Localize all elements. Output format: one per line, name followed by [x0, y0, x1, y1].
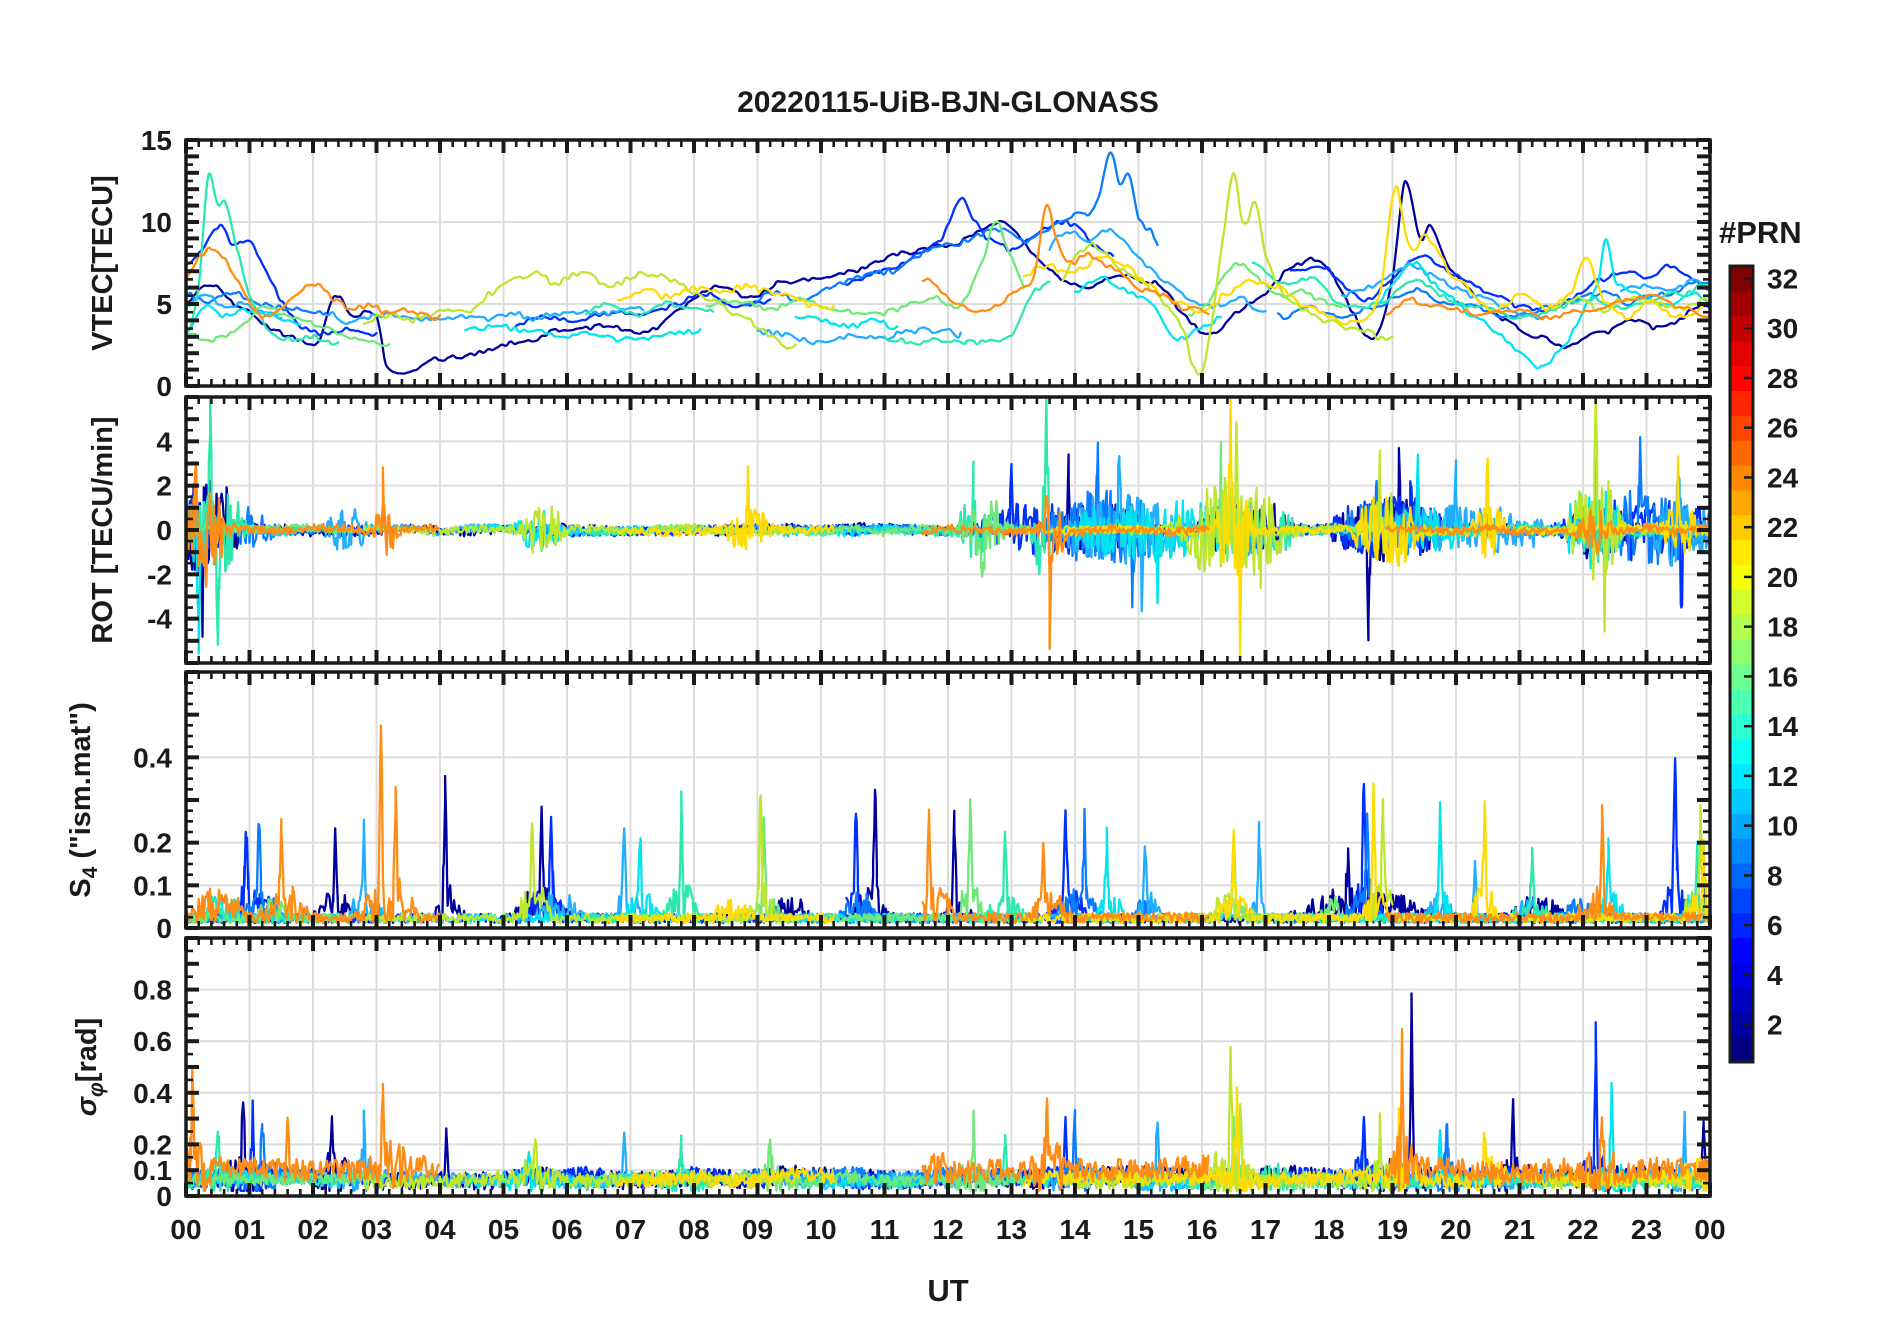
y-axis-label-rot: ROT [TECU/min]	[87, 416, 119, 643]
y-tick-label: -4	[147, 604, 172, 635]
x-tick-label: 19	[1377, 1214, 1408, 1245]
colorbar-title: #PRN	[1719, 215, 1802, 250]
colorbar-tick-label: 24	[1767, 462, 1799, 493]
y-axis-label-s4: S4 ("ism.mat")	[65, 702, 102, 898]
colorbar-tick-label: 8	[1767, 860, 1783, 891]
colorbar-tick-label: 2	[1767, 1010, 1783, 1041]
x-tick-label: 06	[551, 1214, 582, 1245]
y-tick-label: 0	[156, 371, 172, 402]
colorbar-tick-label: 30	[1767, 313, 1798, 344]
chart-title: 20220115-UiB-BJN-GLONASS	[737, 86, 1159, 119]
y-tick-label: -2	[147, 559, 172, 590]
colorbar-block	[1730, 937, 1753, 964]
colorbar-block	[1730, 838, 1753, 864]
x-tick-label: 00	[1694, 1214, 1725, 1245]
x-tick-label: 02	[297, 1214, 328, 1245]
colorbar-block	[1730, 589, 1753, 615]
colorbar-tick-label: 18	[1767, 612, 1798, 643]
x-tick-label: 14	[1059, 1214, 1091, 1245]
x-tick-label: 17	[1250, 1214, 1281, 1245]
x-tick-label: 00	[170, 1214, 201, 1245]
y-tick-label: 0.2	[133, 1129, 172, 1160]
colorbar-tick-label: 26	[1767, 413, 1798, 444]
colorbar-block	[1730, 539, 1753, 566]
colorbar-block	[1730, 290, 1753, 317]
colorbar-tick-label: 4	[1767, 960, 1783, 991]
y-tick-label: 10	[141, 207, 172, 238]
y-axis-label-sigma-phi: σφ[rad]	[71, 1018, 108, 1116]
colorbar-tick-label: 6	[1767, 910, 1783, 941]
x-tick-label: 11	[870, 1214, 900, 1245]
x-tick-label: 20	[1440, 1214, 1471, 1245]
y-tick-label: 0.8	[133, 975, 172, 1006]
colorbar-block	[1730, 738, 1753, 765]
x-axis-label: UT	[927, 1273, 968, 1308]
colorbar-tick-label: 14	[1767, 711, 1799, 742]
y-tick-label: 4	[156, 426, 172, 457]
colorbar-block	[1730, 887, 1753, 914]
y-tick-label: 0.1	[133, 870, 172, 901]
colorbar-block	[1730, 1037, 1753, 1063]
colorbar-block	[1730, 788, 1753, 814]
colorbar: 2468101214161820222426283032	[1728, 263, 1799, 1064]
colorbar-block	[1730, 390, 1753, 416]
chart-canvas: 051015-4-202400.10.20.400.10.20.40.60.80…	[65, 86, 1802, 1308]
colorbar-block	[1730, 340, 1753, 367]
colorbar-block	[1730, 688, 1753, 715]
x-tick-label: 16	[1186, 1214, 1217, 1245]
x-tick-label: 05	[488, 1214, 519, 1245]
colorbar-tick-label: 20	[1767, 562, 1798, 593]
x-tick-label: 21	[1504, 1214, 1535, 1245]
colorbar-block	[1730, 489, 1753, 516]
x-tick-label: 09	[742, 1214, 773, 1245]
x-tick-label: 13	[996, 1214, 1027, 1245]
y-tick-label: 0.4	[133, 1078, 172, 1109]
colorbar-tick-label: 32	[1767, 263, 1798, 294]
y-tick-label: 0	[156, 913, 172, 944]
x-tick-label: 15	[1123, 1214, 1154, 1245]
colorbar-tick-label: 12	[1767, 761, 1798, 792]
y-tick-label: 2	[156, 471, 172, 502]
y-tick-label: 0.6	[133, 1026, 172, 1057]
y-tick-label: 5	[156, 289, 172, 320]
x-tick-label: 10	[805, 1214, 836, 1245]
y-tick-label: 0.4	[133, 742, 172, 773]
colorbar-tick-label: 22	[1767, 512, 1798, 543]
x-tick-label: 07	[615, 1214, 646, 1245]
colorbar-tick-label: 28	[1767, 363, 1798, 394]
x-tick-label: 04	[424, 1214, 456, 1245]
x-tick-label: 12	[932, 1214, 963, 1245]
x-tick-label: 18	[1313, 1214, 1344, 1245]
colorbar-block	[1730, 440, 1753, 466]
y-tick-label: 15	[141, 125, 172, 156]
glonass-scintillation-figure: 0 5 10 15 -4 -2 0 2 4 0 0.1 0.2 0.4 0 0.1 0.2 0.4 0.6 0.8 0…	[0, 0, 1902, 1330]
x-tick-label: 03	[361, 1214, 392, 1245]
x-tick-label: 23	[1631, 1214, 1662, 1245]
x-tick-label: 22	[1567, 1214, 1598, 1245]
colorbar-tick-label: 10	[1767, 811, 1798, 842]
colorbar-block	[1730, 987, 1753, 1013]
y-tick-label: 0.2	[133, 828, 172, 859]
colorbar-block	[1730, 639, 1753, 665]
colorbar-tick-label: 16	[1767, 661, 1798, 692]
x-tick-label: 01	[234, 1214, 265, 1245]
y-axis-label-vtec: VTEC[TECU]	[87, 175, 119, 351]
y-tick-label: 0	[156, 515, 172, 546]
x-tick-label: 08	[678, 1214, 709, 1245]
